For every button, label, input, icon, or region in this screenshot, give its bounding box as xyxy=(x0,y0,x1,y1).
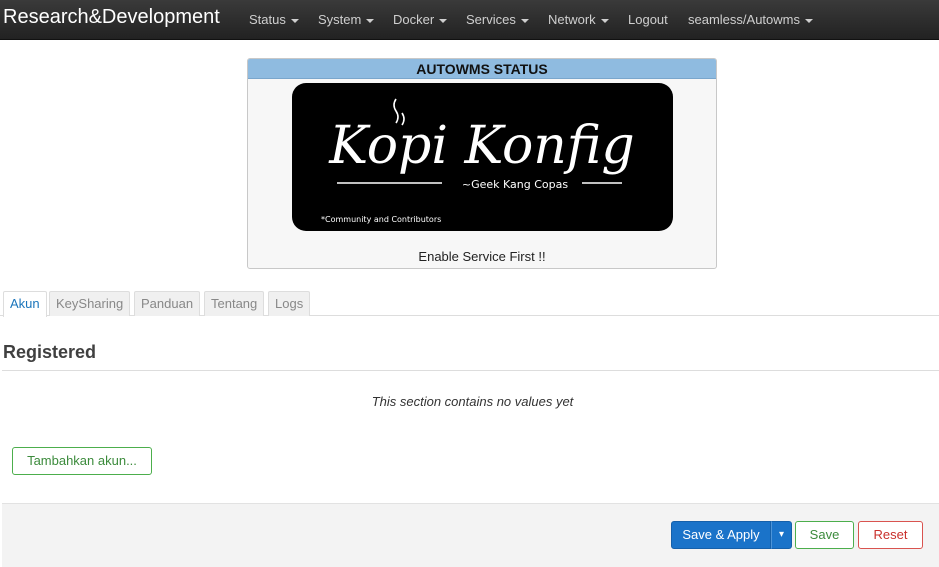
tab-logs[interactable]: Logs xyxy=(268,291,311,316)
logo-tagline: ~Geek Kang Copas xyxy=(462,178,568,191)
action-bar: Save & Apply ▾ Save Reset xyxy=(2,503,939,567)
chevron-down-icon xyxy=(520,18,529,23)
nav-system-label: System xyxy=(318,12,362,27)
logo-graphic: Kopi Konfig ~Geek Kang Copas *Community … xyxy=(321,98,635,224)
status-panel-title: AUTOWMS STATUS xyxy=(248,59,716,79)
nav-services-menu[interactable]: Services xyxy=(466,12,529,27)
chevron-down-icon xyxy=(600,18,609,23)
reset-button[interactable]: Reset xyxy=(858,521,923,549)
nav-user-label: seamless/Autowms xyxy=(688,12,800,27)
tab-tentang[interactable]: Tentang xyxy=(204,291,265,316)
tab-keysharing[interactable]: KeySharing xyxy=(49,291,131,316)
status-message: Enable Service First !! xyxy=(418,249,546,264)
nav-status-label: Status xyxy=(249,12,286,27)
chevron-down-icon xyxy=(439,18,448,23)
tab-akun[interactable]: Akun xyxy=(3,291,47,317)
section-title: Registered xyxy=(3,342,97,362)
nav-system-menu[interactable]: System xyxy=(318,12,375,27)
tab-bar: Akun KeySharing Panduan Tentang Logs xyxy=(0,290,939,317)
status-panel: AUTOWMS STATUS Kopi Konfig ~Geek Kang Co… xyxy=(247,58,717,269)
tab-panduan[interactable]: Panduan xyxy=(134,291,201,316)
empty-section-note: This section contains no values yet xyxy=(371,394,574,409)
chevron-down-icon xyxy=(804,18,813,23)
save-button[interactable]: Save xyxy=(795,521,854,549)
nav-status-menu[interactable]: Status xyxy=(249,12,299,27)
kopi-konfig-logo: Kopi Konfig ~Geek Kang Copas *Community … xyxy=(292,83,673,231)
chevron-down-icon xyxy=(290,18,299,23)
nav-user-menu[interactable]: seamless/Autowms xyxy=(688,12,813,27)
nav-logout-link[interactable]: Logout xyxy=(628,12,668,27)
chevron-down-icon xyxy=(366,18,375,23)
brand-title[interactable]: Research&Development xyxy=(3,6,220,29)
save-apply-button[interactable]: Save & Apply xyxy=(671,521,771,549)
top-navbar: Research&Development Status System Docke… xyxy=(0,0,939,40)
add-account-button[interactable]: Tambahkan akun... xyxy=(12,447,152,475)
nav-docker-menu[interactable]: Docker xyxy=(393,12,448,27)
save-apply-dropdown-toggle[interactable]: ▾ xyxy=(771,521,792,549)
nav-network-label: Network xyxy=(548,12,596,27)
nav-services-label: Services xyxy=(466,12,516,27)
logo-footnote: *Community and Contributors xyxy=(321,215,441,224)
logo-title: Kopi Konfig xyxy=(328,116,634,176)
nav-network-menu[interactable]: Network xyxy=(548,12,609,27)
nav-docker-label: Docker xyxy=(393,12,435,27)
section-divider xyxy=(2,370,939,371)
